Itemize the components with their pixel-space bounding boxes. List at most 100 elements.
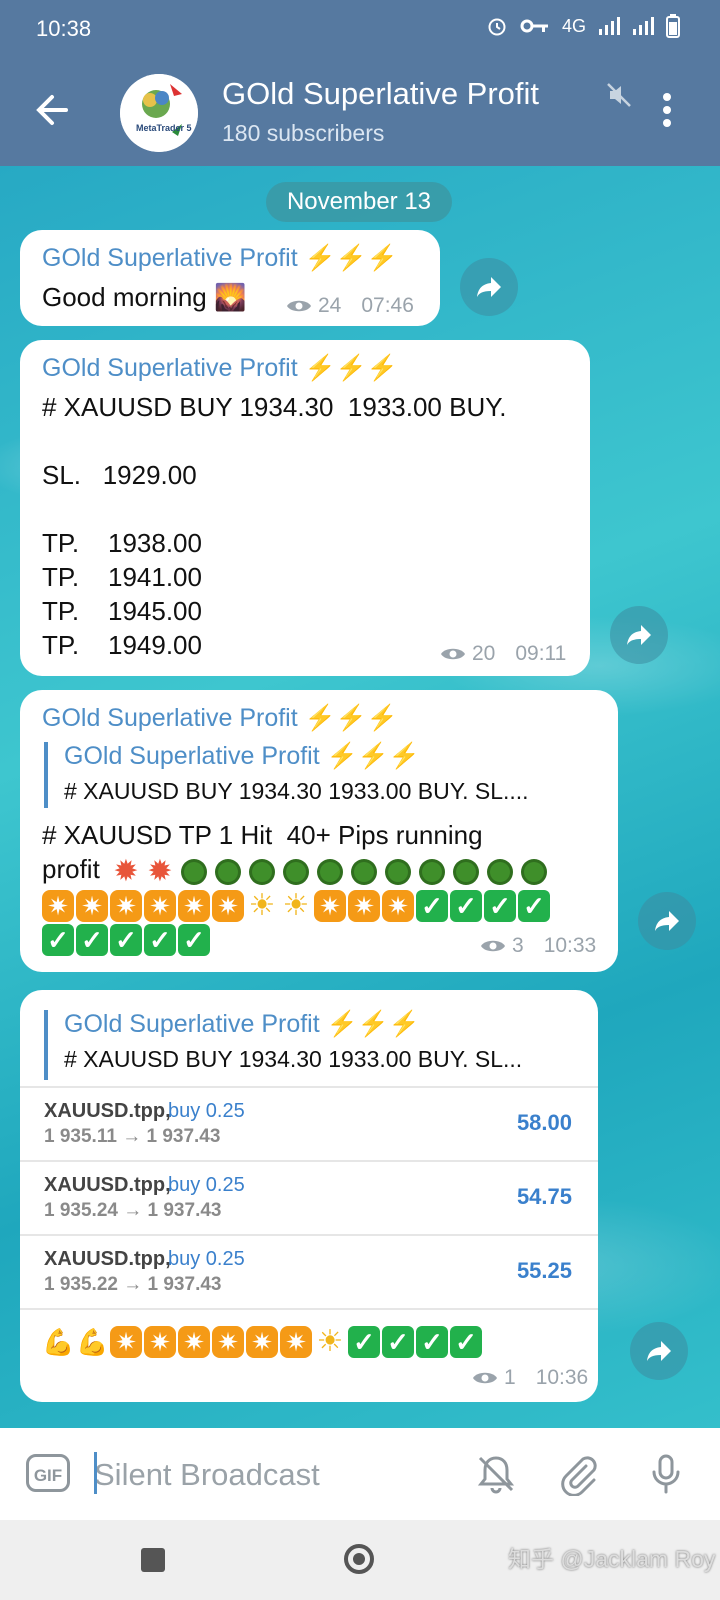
- message-bubble[interactable]: GOld Superlative Profit ⚡⚡⚡ Good morning…: [20, 230, 440, 326]
- check-mark-emoji: [450, 890, 482, 922]
- vpn-key-icon: [520, 18, 550, 34]
- trade-prices: 1 935.22 → 1 937.43: [44, 1274, 222, 1295]
- microbe-emoji: [212, 856, 244, 888]
- reply-sender: GOld Superlative Profit ⚡⚡⚡: [64, 1010, 420, 1038]
- paperclip-icon: [561, 1456, 597, 1497]
- reply-text: # XAUUSD BUY 1934.30 1933.00 BUY. SL....: [64, 778, 529, 804]
- trade-profit: 58.00: [516, 1110, 572, 1135]
- views-eye-icon: [287, 300, 311, 312]
- message-time: 09:11: [515, 642, 567, 665]
- check-mark-emoji: [518, 890, 550, 922]
- microbe-emoji: [416, 856, 448, 888]
- battery-icon: [666, 14, 680, 38]
- message-bubble[interactable]: GOld Superlative Profit ⚡⚡⚡ GOld Superla…: [20, 690, 618, 972]
- more-options-button[interactable]: [662, 92, 672, 128]
- silent-broadcast-toggle[interactable]: [474, 1452, 518, 1496]
- collision-emoji: [110, 856, 142, 888]
- channel-title[interactable]: GOld Superlative Profit: [222, 76, 539, 112]
- eight-pointed-star-emoji: [110, 890, 142, 922]
- eight-pointed-star-emoji: [144, 890, 176, 922]
- date-chip: November 13: [266, 182, 452, 222]
- views-eye-icon: [481, 940, 505, 952]
- attach-button[interactable]: [556, 1452, 600, 1497]
- message-meta: 3 10:33: [480, 934, 596, 958]
- check-mark-emoji: [110, 924, 142, 956]
- message-meta: 1 10:36: [472, 1366, 588, 1390]
- eight-pointed-star-emoji: [178, 890, 210, 922]
- chat-header: MetaTrader 5 GOld Superlative Profit 180…: [0, 56, 720, 166]
- microbe-emoji: [484, 856, 516, 888]
- view-count: 24: [318, 294, 342, 317]
- trade-symbol: XAUUSD.tpp,: [44, 1174, 171, 1196]
- signal-icon: [598, 16, 620, 36]
- views-eye-icon: [473, 1372, 497, 1384]
- status-bar: 10:38 4G: [0, 0, 720, 56]
- trade-side: buy 0.25: [168, 1248, 245, 1270]
- eight-pointed-star-emoji: [212, 1326, 244, 1358]
- sun-emoji: [314, 1326, 346, 1358]
- recents-button[interactable]: [141, 1548, 165, 1572]
- message-sender[interactable]: GOld Superlative Profit ⚡⚡⚡: [42, 704, 398, 733]
- message-meta: 24 07:46: [286, 294, 414, 318]
- gif-button[interactable]: GIF: [26, 1454, 70, 1492]
- message-bubble[interactable]: GOld Superlative Profit ⚡⚡⚡ # XAUUSD BUY…: [20, 990, 598, 1402]
- eight-pointed-star-emoji: [382, 890, 414, 922]
- reply-quote[interactable]: GOld Superlative Profit ⚡⚡⚡ # XAUUSD BUY…: [44, 1010, 588, 1080]
- channel-avatar[interactable]: MetaTrader 5: [120, 74, 198, 152]
- forward-button[interactable]: [630, 1322, 688, 1380]
- forward-button[interactable]: [610, 606, 668, 664]
- back-button[interactable]: [30, 88, 74, 132]
- trade-side: buy 0.25: [168, 1100, 245, 1122]
- message-sender[interactable]: GOld Superlative Profit ⚡⚡⚡: [42, 244, 398, 273]
- eight-pointed-star-emoji: [110, 1326, 142, 1358]
- voice-button[interactable]: [644, 1452, 688, 1496]
- forward-button[interactable]: [638, 892, 696, 950]
- eight-pointed-star-emoji: [42, 890, 74, 922]
- eight-pointed-star-emoji: [348, 890, 380, 922]
- message-time: 10:33: [543, 934, 597, 957]
- back-arrow-icon: [36, 95, 68, 125]
- microbe-emoji: [348, 856, 380, 888]
- check-mark-emoji: [178, 924, 210, 956]
- trade-symbol: XAUUSD.tpp,: [44, 1100, 171, 1122]
- muted-icon: [607, 83, 631, 107]
- microbe-emoji: [450, 856, 482, 888]
- home-button[interactable]: [344, 1544, 374, 1574]
- view-count: 3: [512, 934, 524, 957]
- message-text: Good morning 🌄: [42, 282, 247, 312]
- status-icons: 4G: [486, 14, 680, 38]
- trade-symbol: XAUUSD.tpp,: [44, 1248, 171, 1270]
- trade-row[interactable]: XAUUSD.tpp, buy 0.25 1 935.22 → 1 937.43…: [20, 1234, 598, 1310]
- message-meta: 20 09:11: [440, 642, 566, 666]
- trade-profit: 54.75: [516, 1184, 572, 1209]
- watermark: 知乎 @Jacklam Roy: [508, 1546, 716, 1572]
- message-time: 07:46: [361, 294, 414, 317]
- reply-quote[interactable]: GOld Superlative Profit ⚡⚡⚡ # XAUUSD BUY…: [44, 742, 608, 808]
- message-sender[interactable]: GOld Superlative Profit ⚡⚡⚡: [42, 354, 398, 383]
- eight-pointed-star-emoji: [144, 1326, 176, 1358]
- trade-row[interactable]: XAUUSD.tpp, buy 0.25 1 935.11 → 1 937.43…: [20, 1086, 598, 1160]
- emoji-row-3: [42, 924, 210, 956]
- flexed-biceps-emoji: [76, 1326, 108, 1358]
- check-mark-emoji: [348, 1326, 380, 1358]
- check-mark-emoji: [416, 1326, 448, 1358]
- trade-profit: 55.25: [516, 1258, 572, 1283]
- reply-sender: GOld Superlative Profit ⚡⚡⚡: [64, 742, 420, 770]
- reply-text: # XAUUSD BUY 1934.30 1933.00 BUY. SL...: [64, 1046, 523, 1072]
- microphone-icon: [652, 1454, 680, 1494]
- share-arrow-icon: [655, 911, 679, 931]
- text-cursor: [94, 1452, 97, 1494]
- eight-pointed-star-emoji: [246, 1326, 278, 1358]
- message-bubble[interactable]: GOld Superlative Profit ⚡⚡⚡ # XAUUSD BUY…: [20, 340, 590, 676]
- microbe-emoji: [280, 856, 312, 888]
- message-input[interactable]: [92, 1446, 436, 1504]
- emoji-row-1: [110, 856, 550, 888]
- microbe-emoji: [178, 856, 210, 888]
- chat-area[interactable]: November 13 GOld Superlative Profit ⚡⚡⚡ …: [0, 166, 720, 1428]
- microbe-emoji: [382, 856, 414, 888]
- trade-row[interactable]: XAUUSD.tpp, buy 0.25 1 935.24 → 1 937.43…: [20, 1160, 598, 1234]
- forward-button[interactable]: [460, 258, 518, 316]
- check-mark-emoji: [484, 890, 516, 922]
- eight-pointed-star-emoji: [178, 1326, 210, 1358]
- avatar-label: MetaTrader 5: [136, 123, 192, 133]
